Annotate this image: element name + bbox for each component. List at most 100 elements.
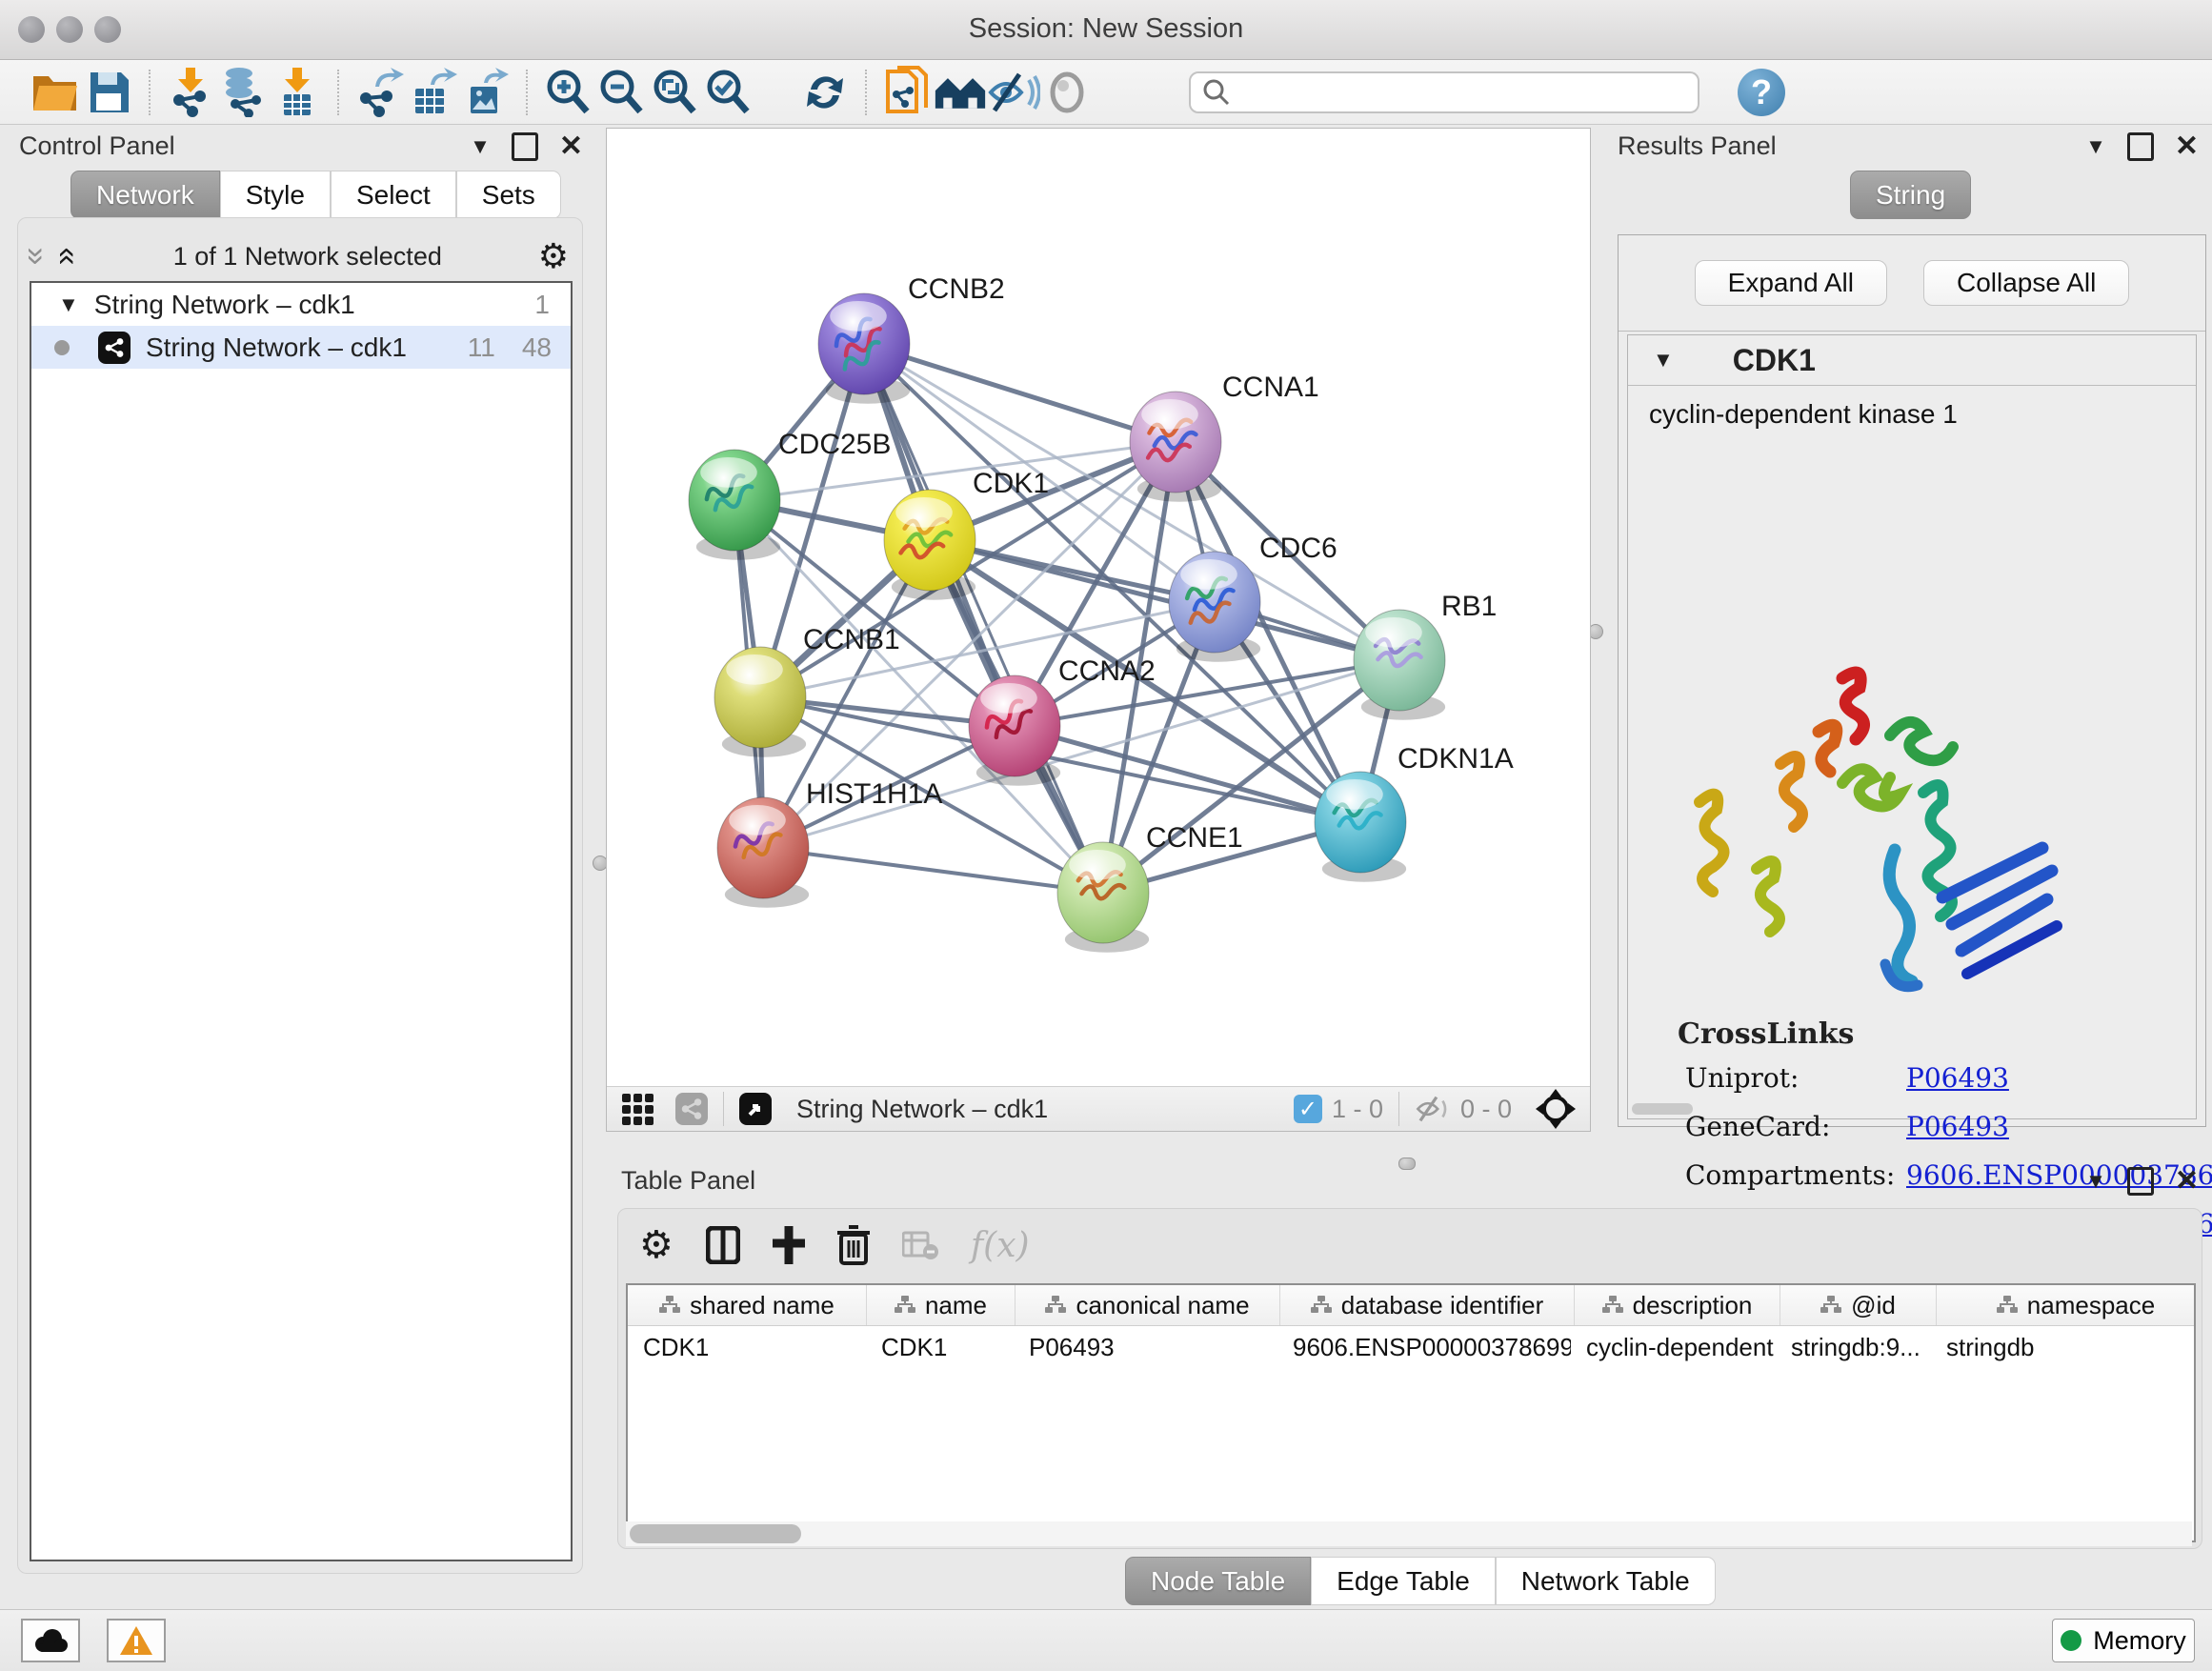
crosslink-link[interactable]: P06493	[1906, 1111, 2009, 1142]
panel-close-icon[interactable]: ✕	[2175, 132, 2199, 161]
panel-float-icon[interactable]	[512, 132, 538, 161]
column-header-database-identifier[interactable]: database identifier	[1280, 1285, 1575, 1325]
collapse-triangle-icon[interactable]: ▼	[1653, 348, 1674, 372]
grid-view-icon[interactable]	[620, 1090, 658, 1128]
column-header--id[interactable]: @id	[1780, 1285, 1937, 1325]
column-header-name[interactable]: name	[867, 1285, 1016, 1325]
gear-icon[interactable]: ⚙	[538, 236, 569, 276]
node-CDKN1A[interactable]: CDKN1A	[1315, 743, 1514, 882]
table-row[interactable]: CDK1CDK1P064939606.ENSP00000378699cyclin…	[628, 1326, 2194, 1368]
control-panel: Control Panel ▼ ✕ Network Style Select S…	[4, 128, 593, 1576]
delete-column-icon[interactable]	[837, 1225, 870, 1265]
crosslink-link[interactable]: P06493	[1906, 1062, 2009, 1094]
birds-eye-icon[interactable]	[1535, 1088, 1577, 1130]
node-CCNB2[interactable]: CCNB2	[818, 273, 1005, 404]
node-CCNA1[interactable]: CCNA1	[1130, 372, 1319, 502]
node-HIST1H1A[interactable]: HIST1H1A	[717, 778, 942, 908]
show-selected-button[interactable]	[1040, 66, 1094, 119]
open-session-button[interactable]	[29, 66, 82, 119]
table-hscrollbar-thumb[interactable]	[630, 1524, 801, 1543]
expand-all-networks-icon[interactable]: «	[51, 248, 84, 266]
show-columns-icon[interactable]	[706, 1226, 740, 1264]
table-header-row: shared namenamecanonical namedatabase id…	[628, 1285, 2194, 1326]
node-RB1[interactable]: RB1	[1354, 591, 1497, 720]
node-CDC25B[interactable]: CDC25B	[689, 429, 891, 560]
node-label-CCNB1: CCNB1	[803, 624, 900, 655]
refresh-button[interactable]	[798, 66, 852, 119]
import-network-file-button[interactable]	[164, 66, 217, 119]
table-cell[interactable]: stringdb	[1931, 1326, 2196, 1368]
node-CCNE1[interactable]: CCNE1	[1057, 822, 1243, 953]
network-collection-row[interactable]: ▼ String Network – cdk1 1	[31, 283, 571, 326]
tab-sets[interactable]: Sets	[456, 171, 561, 219]
detach-view-icon[interactable]	[739, 1093, 772, 1125]
add-column-icon[interactable]	[773, 1226, 805, 1264]
node-CCNB1[interactable]: CCNB1	[714, 624, 900, 757]
column-header-namespace[interactable]: namespace	[1937, 1285, 2196, 1325]
tab-style[interactable]: Style	[220, 171, 331, 219]
collapse-all-button[interactable]: Collapse All	[1923, 260, 2129, 306]
node-label-CCNA2: CCNA2	[1058, 655, 1156, 687]
column-header-shared-name[interactable]: shared name	[628, 1285, 867, 1325]
import-network-database-button[interactable]	[217, 66, 271, 119]
panel-float-icon[interactable]	[2127, 132, 2154, 161]
share-document-button[interactable]	[880, 66, 934, 119]
tab-network-table[interactable]: Network Table	[1496, 1557, 1716, 1605]
panel-close-icon[interactable]: ✕	[2175, 1167, 2199, 1196]
network-canvas[interactable]: CCNB2CCNA1CDC25BCDK1CDC6RB1CCNB1CCNA2CDK…	[607, 129, 1588, 1085]
help-button[interactable]: ?	[1738, 69, 1785, 116]
results-hscrollbar[interactable]	[1632, 1103, 1693, 1115]
warnings-button[interactable]	[107, 1619, 166, 1662]
table-cell[interactable]: CDK1	[866, 1326, 1014, 1368]
export-network-button[interactable]	[352, 66, 406, 119]
neighborhood-button[interactable]	[934, 66, 987, 119]
panel-menu-icon[interactable]: ▼	[2085, 1169, 2106, 1194]
tab-string[interactable]: String	[1850, 171, 1971, 219]
cloud-status-button[interactable]	[21, 1619, 80, 1662]
column-header-canonical-name[interactable]: canonical name	[1016, 1285, 1280, 1325]
selected-checkbox-icon[interactable]: ✓	[1294, 1095, 1322, 1123]
table-cell[interactable]: CDK1	[628, 1326, 866, 1368]
panel-close-icon[interactable]: ✕	[559, 132, 583, 161]
column-header-description[interactable]: description	[1575, 1285, 1780, 1325]
network-label: String Network – cdk1	[146, 332, 407, 363]
export-image-button[interactable]	[459, 66, 513, 119]
gear-icon[interactable]: ⚙	[639, 1223, 674, 1267]
memory-button[interactable]: Memory	[2052, 1619, 2195, 1662]
tab-node-table[interactable]: Node Table	[1125, 1557, 1311, 1605]
edge-CCNE1-HIST1H1A[interactable]	[763, 848, 1103, 893]
houses-icon	[934, 71, 987, 113]
panel-menu-icon[interactable]: ▼	[470, 134, 491, 159]
zoom-out-button[interactable]	[594, 66, 648, 119]
edge-CCNB2-CCNE1[interactable]	[864, 344, 1103, 893]
network-view[interactable]: CCNB2CCNA1CDC25BCDK1CDC6RB1CCNB1CCNA2CDK…	[606, 128, 1591, 1132]
zoom-fit-button[interactable]	[648, 66, 701, 119]
titlebar: Session: New Session	[0, 0, 2212, 60]
network-row[interactable]: String Network – cdk1 11 48	[31, 326, 571, 369]
tab-edge-table[interactable]: Edge Table	[1311, 1557, 1496, 1605]
table-cell[interactable]: cyclin-dependent ...	[1571, 1326, 1776, 1368]
table-cell[interactable]: 9606.ENSP00000378699	[1277, 1326, 1571, 1368]
hide-selected-button[interactable]	[987, 66, 1040, 119]
search-input[interactable]	[1189, 71, 1699, 113]
import-table-button[interactable]	[271, 66, 324, 119]
table-cell[interactable]: P06493	[1014, 1326, 1277, 1368]
edge-CCNB2-CCNA1[interactable]	[864, 344, 1176, 442]
panel-menu-icon[interactable]: ▼	[2085, 134, 2106, 159]
save-session-button[interactable]	[82, 66, 135, 119]
gene-section-header[interactable]: ▼ CDK1	[1628, 335, 2196, 386]
tab-select[interactable]: Select	[331, 171, 456, 219]
node-table[interactable]: shared namenamecanonical namedatabase id…	[626, 1283, 2196, 1542]
status-bar: Memory	[0, 1609, 2212, 1671]
tab-network[interactable]: Network	[70, 171, 220, 219]
node-label-CDC6: CDC6	[1259, 533, 1337, 564]
collapse-all-networks-icon[interactable]: »	[20, 248, 52, 266]
collapse-triangle-icon[interactable]: ▼	[58, 292, 79, 317]
expand-all-button[interactable]: Expand All	[1695, 260, 1887, 306]
node-CDC6[interactable]: CDC6	[1169, 533, 1337, 662]
zoom-selected-button[interactable]	[701, 66, 754, 119]
export-table-button[interactable]	[406, 66, 459, 119]
zoom-in-button[interactable]	[541, 66, 594, 119]
table-cell[interactable]: stringdb:9...	[1776, 1326, 1931, 1368]
panel-float-icon[interactable]	[2127, 1167, 2154, 1196]
